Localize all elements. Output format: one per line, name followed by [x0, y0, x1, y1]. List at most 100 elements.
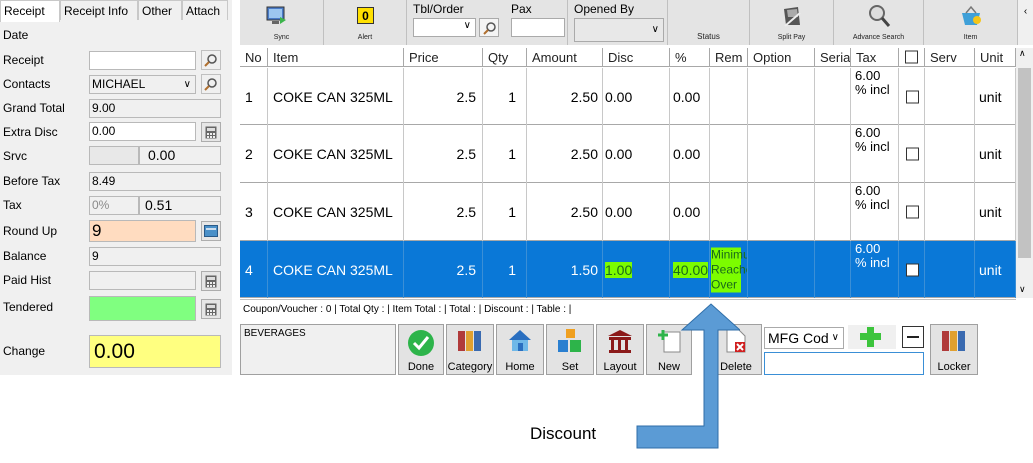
cell-no[interactable]: 1 — [240, 68, 268, 125]
cell-disc[interactable]: 0.00 — [603, 68, 670, 125]
tab-other[interactable]: Other — [138, 0, 182, 20]
status-button[interactable]: Status — [668, 0, 750, 45]
cell-serial[interactable] — [815, 68, 851, 125]
cell-serv[interactable] — [925, 183, 975, 241]
cell-item[interactable]: COKE CAN 325ML — [268, 68, 404, 125]
cell-price[interactable]: 2.5 — [404, 183, 483, 241]
table-row[interactable]: 1 COKE CAN 325ML 2.5 1 2.50 0.00 0.00 6.00 % in… — [240, 68, 1016, 125]
cell-serv[interactable] — [925, 241, 975, 298]
scrollbar-thumb[interactable] — [1018, 68, 1031, 258]
cell-serial[interactable] — [815, 183, 851, 241]
round-up-button[interactable] — [201, 221, 221, 241]
cell-qty[interactable]: 1 — [483, 125, 527, 183]
item-button[interactable]: Item — [924, 0, 1018, 45]
cell-rem[interactable] — [710, 183, 748, 241]
table-row[interactable]: 4 COKE CAN 325ML 2.5 1 1.50 1.00 40.00Minimum … — [240, 241, 1016, 298]
opened-by-select[interactable]: ∨ — [574, 18, 664, 42]
tab-receipt-info[interactable]: Receipt Info — [60, 0, 138, 20]
tendered-field[interactable] — [89, 296, 196, 321]
split-pay-button[interactable]: Split Pay — [750, 0, 834, 45]
cell-serv[interactable] — [925, 125, 975, 183]
cell-unit[interactable]: unit — [975, 68, 1016, 125]
cell-no[interactable]: 4 — [240, 241, 268, 298]
col-header-tax[interactable]: Tax — [851, 48, 899, 67]
category-list[interactable]: BEVERAGES — [240, 324, 396, 375]
cell-unit[interactable]: unit — [975, 241, 1016, 298]
mfg-code-select[interactable]: MFG Cod ∨ — [764, 327, 844, 349]
cell-check[interactable] — [899, 125, 925, 183]
cell-disc[interactable]: 0.00 — [603, 125, 670, 183]
cell-disc[interactable]: 1.00 — [603, 241, 670, 298]
category-button[interactable]: Category — [446, 324, 494, 375]
cell-item[interactable]: COKE CAN 325ML — [268, 241, 404, 298]
cell-disc[interactable]: 0.00 — [603, 183, 670, 241]
col-header-rem[interactable]: Rem — [710, 48, 748, 67]
cell-amount[interactable]: 2.50 — [527, 125, 603, 183]
home-button[interactable]: Home — [496, 324, 544, 375]
tbl-search-button[interactable] — [479, 18, 499, 37]
advance-search-button[interactable]: Advance Search — [834, 0, 924, 45]
locker-button[interactable]: Locker — [930, 324, 978, 375]
pax-field[interactable] — [511, 18, 565, 37]
done-button[interactable]: Done — [398, 324, 444, 375]
col-header-no[interactable]: No — [240, 48, 268, 67]
cell-tax[interactable]: 6.00 % incl — [851, 125, 899, 183]
tab-receipt[interactable]: Receipt — [0, 0, 60, 22]
cell-amount[interactable]: 1.50 — [527, 241, 603, 298]
receipt-search-button[interactable] — [201, 50, 221, 70]
cell-qty[interactable]: 1 — [483, 183, 527, 241]
contacts-select[interactable]: MICHAEL ∨ — [89, 75, 196, 94]
scroll-down-icon[interactable]: ∨ — [1019, 284, 1026, 295]
receipt-field[interactable] — [89, 51, 196, 70]
sync-button[interactable]: Sync — [240, 0, 324, 45]
cell-serv[interactable] — [925, 68, 975, 125]
cell-rem[interactable] — [710, 125, 748, 183]
calculator-button[interactable] — [201, 122, 221, 142]
cell-unit[interactable]: unit — [975, 183, 1016, 241]
mfg-code-input[interactable] — [764, 352, 924, 375]
cell-check[interactable] — [899, 241, 925, 298]
col-header-qty[interactable]: Qty — [483, 48, 527, 67]
toolbar-scroll-left-button[interactable]: ‹ — [1018, 0, 1033, 45]
cell-qty[interactable]: 1 — [483, 68, 527, 125]
add-button[interactable] — [848, 325, 896, 349]
cell-item[interactable]: COKE CAN 325ML — [268, 125, 404, 183]
tab-attach[interactable]: Attach — [182, 0, 228, 20]
set-button[interactable]: Set — [546, 324, 594, 375]
contacts-search-button[interactable] — [201, 74, 221, 94]
category-item[interactable]: BEVERAGES — [244, 328, 306, 339]
extra-disc-field[interactable]: 0.00 — [89, 122, 196, 141]
col-header-serial[interactable]: Serial — [815, 48, 851, 67]
cell-tax[interactable]: 6.00 % incl — [851, 68, 899, 125]
col-header-price[interactable]: Price — [404, 48, 483, 67]
cell-option[interactable] — [748, 241, 815, 298]
cell-pct[interactable]: 40.00 — [670, 241, 710, 298]
grid-scrollbar[interactable]: ∧ ∨ — [1016, 48, 1033, 298]
col-header-pct[interactable]: % — [670, 48, 710, 67]
cell-no[interactable]: 2 — [240, 125, 268, 183]
cell-rem[interactable] — [710, 68, 748, 125]
cell-price[interactable]: 2.5 — [404, 68, 483, 125]
col-header-disc[interactable]: Disc — [603, 48, 670, 67]
table-row[interactable]: 2 COKE CAN 325ML 2.5 1 2.50 0.00 0.00 6.00 % in… — [240, 125, 1016, 183]
cell-tax[interactable]: 6.00 % incl — [851, 241, 899, 298]
cell-serial[interactable] — [815, 125, 851, 183]
cell-rem[interactable]: Minimum Reached Over — [710, 241, 748, 298]
col-header-serv[interactable]: Serv — [925, 48, 975, 67]
cell-pct[interactable]: 0.00 — [670, 68, 710, 125]
paid-hist-calculator-button[interactable] — [201, 271, 221, 291]
cell-pct[interactable]: 0.00 — [670, 183, 710, 241]
tendered-calculator-button[interactable] — [201, 299, 221, 319]
cell-serial[interactable] — [815, 241, 851, 298]
row-checkbox[interactable] — [906, 147, 919, 161]
table-row[interactable]: 3 COKE CAN 325ML 2.5 1 2.50 0.00 0.00 6.00 % in… — [240, 183, 1016, 241]
cell-option[interactable] — [748, 68, 815, 125]
col-header-check[interactable] — [899, 48, 925, 67]
col-header-item[interactable]: Item — [268, 48, 404, 67]
cell-tax[interactable]: 6.00 % incl — [851, 183, 899, 241]
cell-unit[interactable]: unit — [975, 125, 1016, 183]
cell-qty[interactable]: 1 — [483, 241, 527, 298]
alert-button[interactable]: 0 Alert — [324, 0, 407, 45]
cell-amount[interactable]: 2.50 — [527, 68, 603, 125]
cell-amount[interactable]: 2.50 — [527, 183, 603, 241]
